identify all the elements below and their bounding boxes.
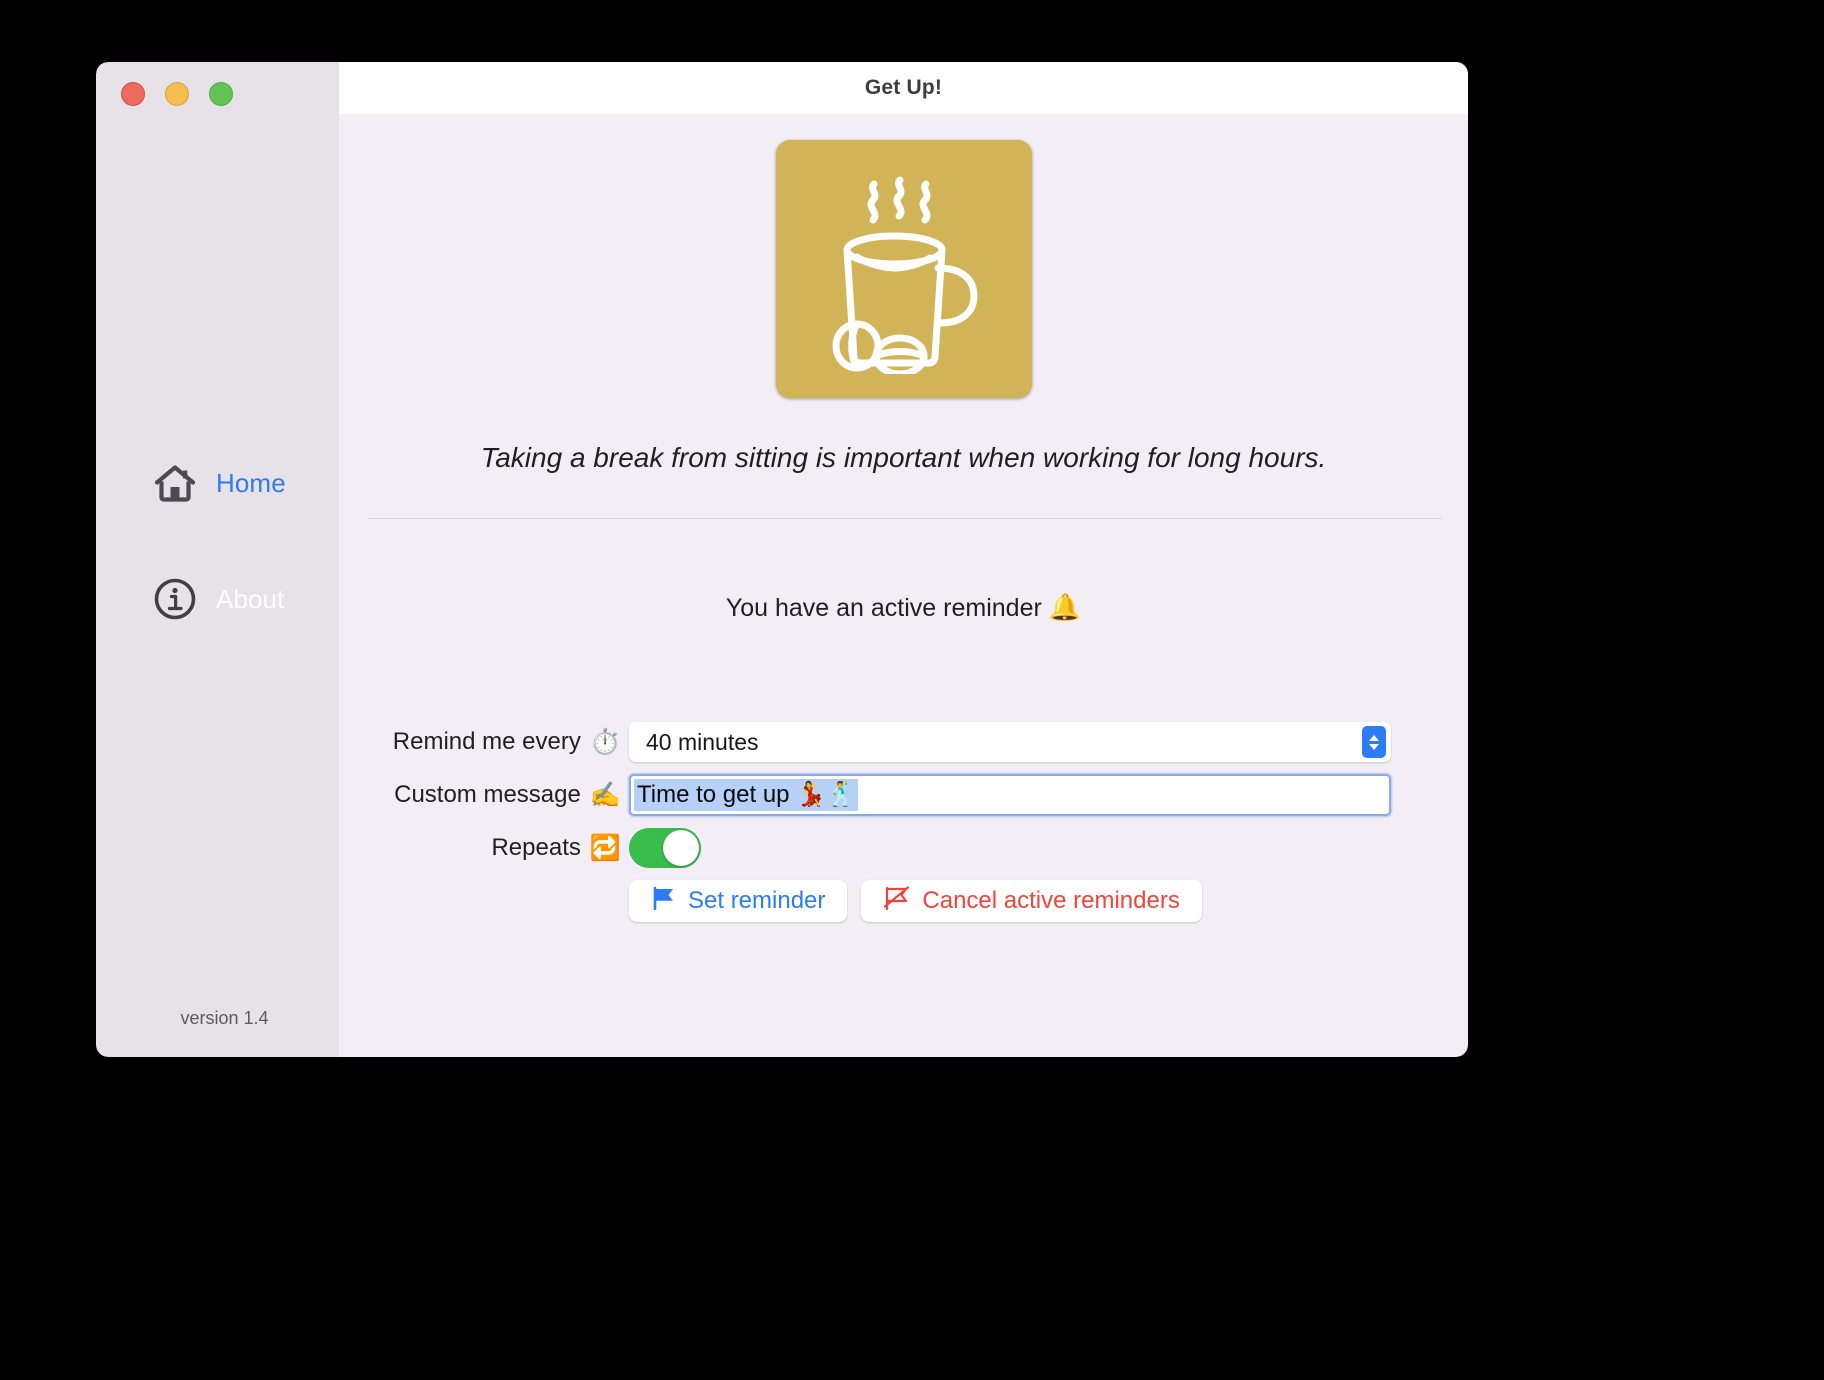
message-label-group: Custom message ✍️ — [339, 781, 629, 809]
coffee-mug-icon — [776, 140, 1032, 398]
stopwatch-icon: ⏱️ — [590, 730, 621, 755]
interval-select-value: 40 minutes — [629, 729, 759, 756]
sidebar-item-home[interactable]: Home — [96, 452, 339, 514]
status-text: You have an active reminder — [726, 594, 1042, 622]
version-label: version 1.4 — [96, 1008, 339, 1029]
flag-icon — [651, 886, 677, 917]
action-buttons: Set reminder Cance — [629, 880, 1468, 922]
status-badge: You have an active reminder 🔔 — [339, 592, 1468, 623]
repeats-label: Repeats — [491, 834, 580, 862]
flag-slash-icon — [883, 886, 911, 917]
sidebar: Home About version 1.4 — [96, 62, 339, 1057]
interval-label-group: Remind me every ⏱️ — [339, 728, 629, 756]
message-label: Custom message — [394, 781, 581, 809]
repeats-toggle[interactable] — [629, 828, 701, 868]
repeat-icon: 🔁 — [590, 836, 621, 861]
interval-label: Remind me every — [393, 728, 581, 756]
repeats-toggle-knob — [663, 830, 699, 866]
tagline-text: Taking a break from sitting is important… — [339, 442, 1468, 474]
set-reminder-label: Set reminder — [688, 887, 825, 915]
app-window: Home About version 1.4 — [96, 62, 1468, 1057]
home-icon — [152, 460, 198, 506]
minimize-window-button[interactable] — [165, 82, 189, 106]
title-bar: Get Up! — [339, 62, 1468, 114]
interval-row: Remind me every ⏱️ 40 minutes — [339, 722, 1468, 762]
set-reminder-button[interactable]: Set reminder — [629, 880, 847, 922]
sidebar-item-about[interactable]: About — [96, 568, 339, 630]
cancel-reminders-label: Cancel active reminders — [922, 887, 1179, 915]
custom-message-input[interactable]: Time to get up 💃🕺 — [629, 774, 1391, 816]
close-window-button[interactable] — [121, 82, 145, 106]
maximize-window-button[interactable] — [209, 82, 233, 106]
info-circle-icon — [152, 576, 198, 622]
window-controls — [121, 82, 233, 106]
writing-hand-icon: ✍️ — [590, 783, 621, 808]
screen: Home About version 1.4 — [0, 0, 1824, 1380]
message-row: Custom message ✍️ Time to get up 💃🕺 — [339, 774, 1468, 816]
custom-message-value: Time to get up 💃🕺 — [634, 779, 858, 811]
window-title: Get Up! — [865, 76, 942, 100]
chevron-updown-icon[interactable] — [1362, 726, 1386, 758]
bell-icon: 🔔 — [1049, 592, 1081, 622]
main-content: Get Up! — [339, 62, 1468, 1057]
sidebar-item-about-label: About — [216, 584, 284, 615]
cancel-reminders-button[interactable]: Cancel active reminders — [861, 880, 1201, 922]
section-divider — [367, 518, 1442, 519]
repeats-label-group: Repeats 🔁 — [339, 834, 629, 862]
sidebar-item-home-label: Home — [216, 468, 286, 499]
repeats-row: Repeats 🔁 — [339, 828, 1468, 868]
reminder-form: Remind me every ⏱️ 40 minutes Custom — [339, 722, 1468, 922]
interval-select[interactable]: 40 minutes — [629, 722, 1391, 762]
sidebar-nav: Home About — [96, 452, 339, 630]
